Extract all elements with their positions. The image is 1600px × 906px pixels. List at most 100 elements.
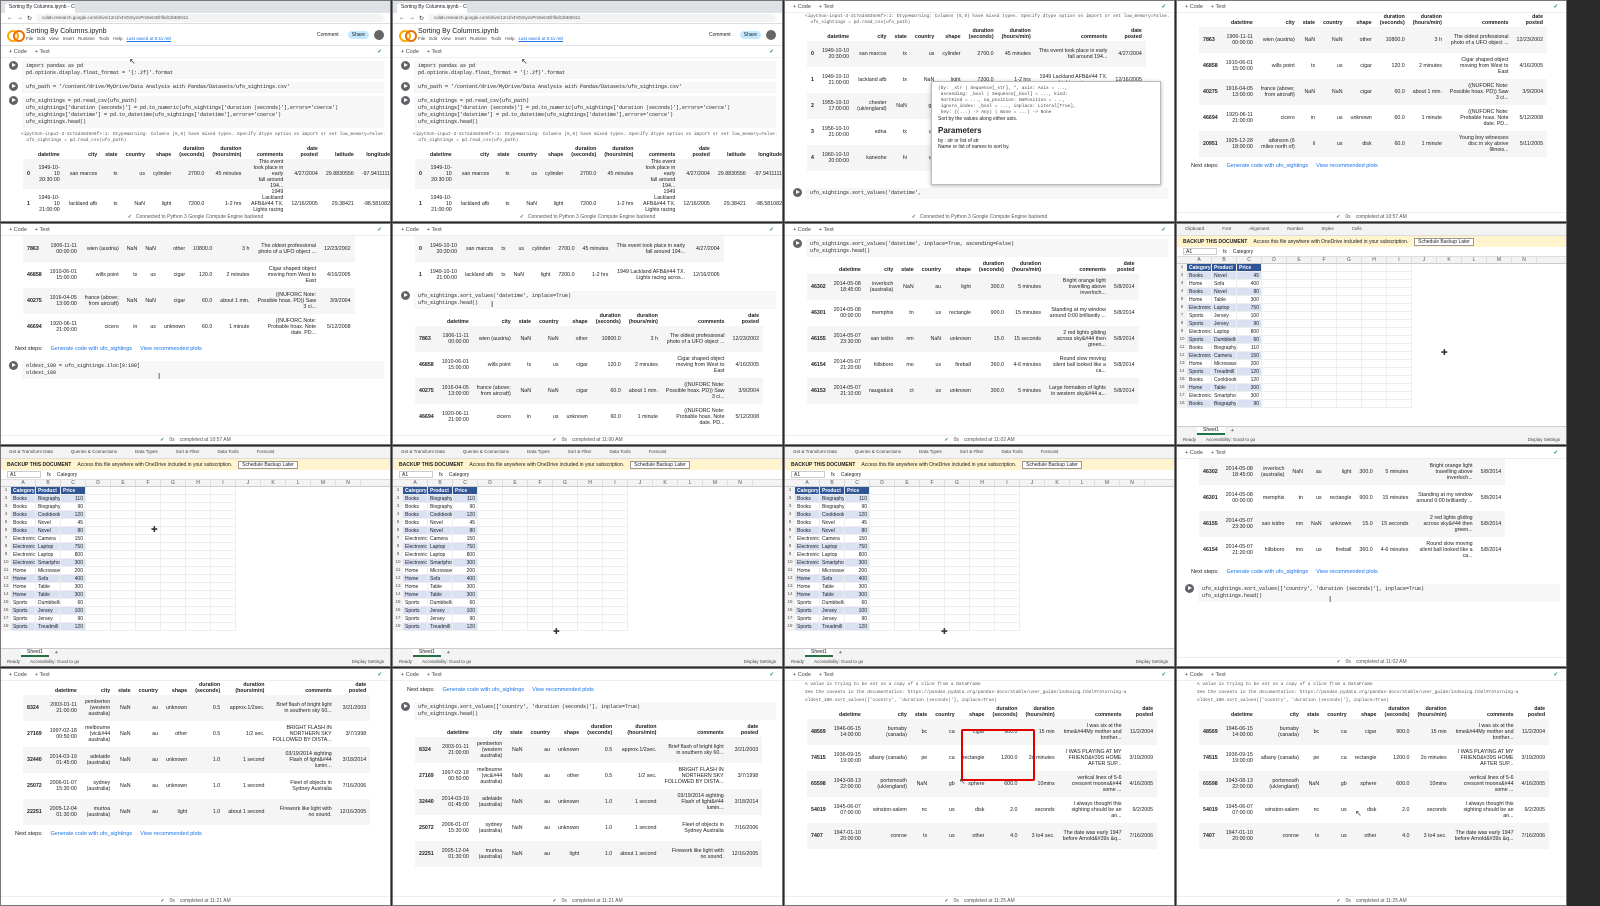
sheet-cell[interactable]: Smartphone xyxy=(428,559,453,567)
run-cell-icon[interactable] xyxy=(1185,584,1194,593)
empty-cell[interactable] xyxy=(1312,304,1337,312)
empty-cell[interactable] xyxy=(86,551,111,559)
empty-cell[interactable] xyxy=(161,607,186,615)
sheet-cell[interactable]: 300 xyxy=(845,559,870,567)
sheet-cell[interactable]: Home xyxy=(1187,360,1212,368)
empty-cell[interactable] xyxy=(895,623,920,631)
empty-cell[interactable] xyxy=(528,591,553,599)
empty-cell[interactable] xyxy=(1387,320,1412,328)
empty-cell[interactable] xyxy=(1312,368,1337,376)
name-box[interactable]: A1 xyxy=(7,471,41,478)
sheet-cell[interactable]: Smartphone xyxy=(1212,392,1237,400)
empty-cell[interactable] xyxy=(1262,352,1287,360)
sheet-cell[interactable]: Electronics xyxy=(795,559,820,567)
worksheet-grid[interactable]: A B C D E F G H I J K L M N 1 Category Product Price 2 Book… xyxy=(785,480,1174,631)
empty-cell[interactable] xyxy=(211,599,236,607)
empty-cell[interactable] xyxy=(970,551,995,559)
empty-cell[interactable] xyxy=(528,567,553,575)
empty-cell[interactable] xyxy=(111,495,136,503)
comment-button[interactable]: Comment xyxy=(313,31,343,39)
sheet-cell[interactable]: 400 xyxy=(845,575,870,583)
empty-cell[interactable] xyxy=(578,623,603,631)
empty-cell[interactable] xyxy=(1337,368,1362,376)
empty-cell[interactable] xyxy=(1262,376,1287,384)
ribbon-group[interactable]: Data Types xyxy=(527,449,550,456)
empty-cell[interactable] xyxy=(1337,280,1362,288)
empty-cell[interactable] xyxy=(161,599,186,607)
empty-cell[interactable] xyxy=(111,615,136,623)
sheet-cell[interactable]: 45 xyxy=(453,519,478,527)
run-cell-icon[interactable] xyxy=(401,82,410,91)
empty-cell[interactable] xyxy=(478,527,503,535)
column-letter[interactable]: L xyxy=(1462,257,1487,263)
empty-cell[interactable] xyxy=(1287,360,1312,368)
sheet-cell[interactable]: Laptop xyxy=(820,551,845,559)
empty-cell[interactable] xyxy=(945,615,970,623)
sheet-cell[interactable]: Treadmill xyxy=(36,623,61,631)
sheet-cell[interactable]: Books xyxy=(795,511,820,519)
empty-cell[interactable] xyxy=(186,487,211,495)
column-letter[interactable]: G xyxy=(1337,257,1362,263)
empty-cell[interactable] xyxy=(186,495,211,503)
empty-cell[interactable] xyxy=(1362,328,1387,336)
sheet-cell[interactable]: 300 xyxy=(845,583,870,591)
empty-cell[interactable] xyxy=(1362,312,1387,320)
runtime-check-icon[interactable]: ✓ xyxy=(1553,4,1558,10)
empty-cell[interactable] xyxy=(1337,288,1362,296)
empty-cell[interactable] xyxy=(186,583,211,591)
empty-cell[interactable] xyxy=(945,559,970,567)
empty-cell[interactable] xyxy=(603,543,628,551)
empty-cell[interactable] xyxy=(920,543,945,551)
empty-cell[interactable] xyxy=(603,567,628,575)
empty-cell[interactable] xyxy=(945,543,970,551)
column-letter[interactable]: B xyxy=(36,480,61,486)
empty-cell[interactable] xyxy=(603,527,628,535)
table-header-cell[interactable]: Price xyxy=(1237,264,1262,272)
empty-cell[interactable] xyxy=(578,503,603,511)
empty-cell[interactable] xyxy=(1362,296,1387,304)
empty-cell[interactable] xyxy=(970,567,995,575)
empty-cell[interactable] xyxy=(478,519,503,527)
add-code-button[interactable]: + Code xyxy=(793,227,811,233)
sheet-cell[interactable]: Jersey xyxy=(36,607,61,615)
ribbon-group[interactable]: Queries & Connections xyxy=(855,449,901,456)
empty-cell[interactable] xyxy=(161,591,186,599)
sheet-cell[interactable]: Cookbook xyxy=(36,511,61,519)
sheet-cell[interactable]: Electronics xyxy=(1187,304,1212,312)
empty-cell[interactable] xyxy=(995,591,1020,599)
empty-cell[interactable] xyxy=(553,543,578,551)
column-letter[interactable]: C xyxy=(845,480,870,486)
empty-cell[interactable] xyxy=(186,511,211,519)
sheet-cell[interactable]: Electronics xyxy=(11,543,36,551)
empty-cell[interactable] xyxy=(528,495,553,503)
empty-cell[interactable] xyxy=(86,559,111,567)
sheet-cell[interactable]: Table xyxy=(820,583,845,591)
empty-cell[interactable] xyxy=(578,535,603,543)
column-letter[interactable]: K xyxy=(1437,257,1462,263)
empty-cell[interactable] xyxy=(970,591,995,599)
column-letter[interactable]: B xyxy=(820,480,845,486)
empty-cell[interactable] xyxy=(945,511,970,519)
column-letter[interactable]: L xyxy=(286,480,311,486)
run-cell-icon[interactable] xyxy=(9,61,18,70)
empty-cell[interactable] xyxy=(1312,352,1337,360)
sheet-cell[interactable]: 90 xyxy=(1237,400,1262,408)
empty-cell[interactable] xyxy=(1362,376,1387,384)
accessibility-status[interactable]: Accessibility: Good to go xyxy=(814,659,863,664)
avatar[interactable] xyxy=(766,29,776,40)
empty-cell[interactable] xyxy=(1337,296,1362,304)
empty-cell[interactable] xyxy=(1337,384,1362,392)
sheet-cell[interactable]: Electronics xyxy=(403,535,428,543)
column-letter[interactable]: C xyxy=(453,480,478,486)
table-header-cell[interactable]: Product xyxy=(428,487,453,495)
empty-cell[interactable] xyxy=(1362,272,1387,280)
empty-cell[interactable] xyxy=(1387,368,1412,376)
code-editor[interactable]: ufo_path = '/content/drive/MyDrive/Data … xyxy=(22,82,384,93)
empty-cell[interactable] xyxy=(1337,264,1362,272)
column-letter[interactable]: J xyxy=(1020,480,1045,486)
empty-cell[interactable] xyxy=(870,559,895,567)
empty-cell[interactable] xyxy=(211,575,236,583)
ribbon-group[interactable]: Get & Transform Data xyxy=(401,449,445,456)
empty-cell[interactable] xyxy=(553,607,578,615)
empty-cell[interactable] xyxy=(503,527,528,535)
